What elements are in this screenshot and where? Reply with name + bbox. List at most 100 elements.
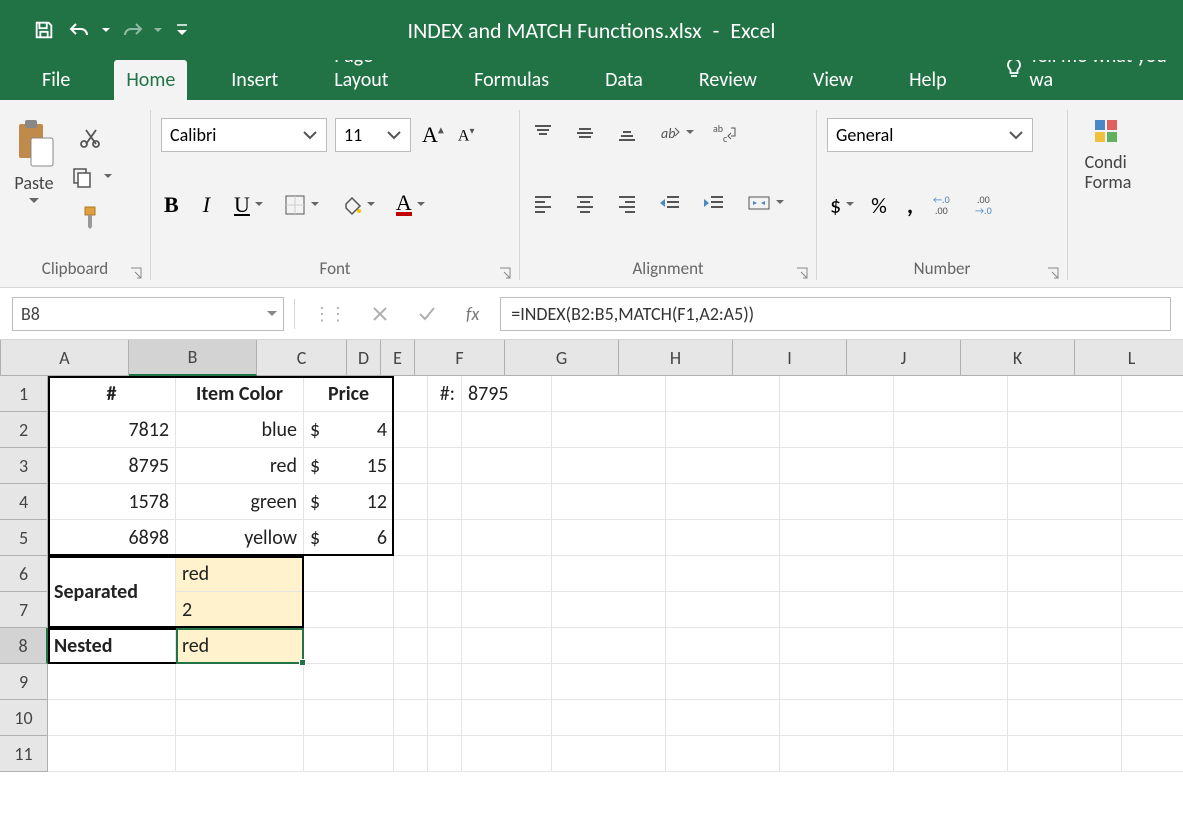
cell-G7[interactable] xyxy=(552,592,666,628)
cell-C6[interactable] xyxy=(304,556,394,592)
cell-J3[interactable] xyxy=(894,448,1008,484)
select-all-button[interactable] xyxy=(0,340,1,376)
increase-font-button[interactable]: A▴ xyxy=(419,120,447,150)
cell-J9[interactable] xyxy=(894,664,1008,700)
cell-A9[interactable] xyxy=(48,664,176,700)
orientation-button[interactable]: ab xyxy=(656,118,684,148)
cell-B5[interactable]: yellow xyxy=(176,520,304,556)
cell-D11[interactable] xyxy=(394,736,428,772)
cell-A1[interactable]: # xyxy=(48,376,176,412)
cell-A10[interactable] xyxy=(48,700,176,736)
cell-I6[interactable] xyxy=(780,556,894,592)
row-header-9[interactable]: 9 xyxy=(0,664,48,700)
cell-G2[interactable] xyxy=(552,412,666,448)
cell-H9[interactable] xyxy=(666,664,780,700)
cancel-formula-button[interactable] xyxy=(369,299,391,329)
cell-E10[interactable] xyxy=(428,700,462,736)
cell-I7[interactable] xyxy=(780,592,894,628)
cell-J5[interactable] xyxy=(894,520,1008,556)
cell-G6[interactable] xyxy=(552,556,666,592)
cell-L4[interactable] xyxy=(1122,484,1183,520)
cell-F11[interactable] xyxy=(462,736,552,772)
tab-help[interactable]: Help xyxy=(897,60,959,100)
cell-B10[interactable] xyxy=(176,700,304,736)
cell-C2[interactable]: $4 xyxy=(304,412,394,448)
cell-L5[interactable] xyxy=(1122,520,1183,556)
number-dialog-launcher[interactable] xyxy=(1047,267,1061,281)
cell-H11[interactable] xyxy=(666,736,780,772)
cell-B4[interactable]: green xyxy=(176,484,304,520)
cell-I8[interactable] xyxy=(780,628,894,664)
percent-format-button[interactable]: % xyxy=(868,190,890,220)
cell-A4[interactable]: 1578 xyxy=(48,484,176,520)
decrease-font-button[interactable]: A▾ xyxy=(455,120,478,150)
cell-F5[interactable] xyxy=(462,520,552,556)
cell-H10[interactable] xyxy=(666,700,780,736)
increase-indent-button[interactable] xyxy=(700,188,728,218)
cell-I9[interactable] xyxy=(780,664,894,700)
column-header-E[interactable]: E xyxy=(381,340,415,376)
qat-save-button[interactable] xyxy=(28,14,60,46)
cell-L10[interactable] xyxy=(1122,700,1183,736)
cell-A11[interactable] xyxy=(48,736,176,772)
cell-F10[interactable] xyxy=(462,700,552,736)
column-header-F[interactable]: F xyxy=(415,340,505,376)
increase-decimal-button[interactable]: ←.0.00 xyxy=(930,190,958,220)
comma-format-button[interactable]: , xyxy=(904,190,916,220)
formula-bar-input[interactable]: =INDEX(B2:B5,MATCH(F1,A2:A5)) xyxy=(500,297,1171,331)
cell-D5[interactable] xyxy=(394,520,428,556)
cell-D8[interactable] xyxy=(394,628,428,664)
merge-dropdown-icon[interactable] xyxy=(776,200,784,206)
cell-J10[interactable] xyxy=(894,700,1008,736)
tab-file[interactable]: File xyxy=(30,60,82,100)
cell-F2[interactable] xyxy=(462,412,552,448)
cell-D1[interactable] xyxy=(394,376,428,412)
cell-K2[interactable] xyxy=(1008,412,1122,448)
cell-D10[interactable] xyxy=(394,700,428,736)
paste-dropdown-icon[interactable] xyxy=(29,198,39,204)
cell-E6[interactable] xyxy=(428,556,462,592)
cell-K1[interactable] xyxy=(1008,376,1122,412)
cell-L1[interactable] xyxy=(1122,376,1183,412)
align-middle-button[interactable] xyxy=(572,118,598,148)
cell-E9[interactable] xyxy=(428,664,462,700)
align-left-button[interactable] xyxy=(530,188,556,218)
cell-B6[interactable]: red xyxy=(176,556,304,592)
enter-formula-button[interactable] xyxy=(415,299,439,329)
cell-F6[interactable] xyxy=(462,556,552,592)
cell-C3[interactable]: $15 xyxy=(304,448,394,484)
cell-G4[interactable] xyxy=(552,484,666,520)
row-header-4[interactable]: 4 xyxy=(0,484,48,520)
align-bottom-button[interactable] xyxy=(614,118,640,148)
font-color-dropdown-icon[interactable] xyxy=(417,202,425,208)
cell-L7[interactable] xyxy=(1122,592,1183,628)
cell-A8[interactable]: Nested xyxy=(48,628,176,664)
cell-H4[interactable] xyxy=(666,484,780,520)
copy-button[interactable] xyxy=(68,162,96,192)
cell-H1[interactable] xyxy=(666,376,780,412)
column-header-J[interactable]: J xyxy=(847,340,961,376)
wrap-text-button[interactable]: abc xyxy=(710,118,742,148)
align-top-button[interactable] xyxy=(530,118,556,148)
cell-C5[interactable]: $6 xyxy=(304,520,394,556)
cell-G8[interactable] xyxy=(552,628,666,664)
borders-button[interactable] xyxy=(281,190,309,220)
cell-C8[interactable] xyxy=(304,628,394,664)
cell-E8[interactable] xyxy=(428,628,462,664)
cell-L11[interactable] xyxy=(1122,736,1183,772)
cell-K4[interactable] xyxy=(1008,484,1122,520)
font-name-select[interactable]: Calibri xyxy=(161,118,327,152)
cell-B2[interactable]: blue xyxy=(176,412,304,448)
column-header-B[interactable]: B xyxy=(129,340,257,376)
row-header-11[interactable]: 11 xyxy=(0,736,48,772)
font-color-button[interactable]: A xyxy=(393,190,415,220)
paste-button[interactable] xyxy=(10,118,58,168)
cell-B7[interactable]: 2 xyxy=(176,592,304,628)
cell-G10[interactable] xyxy=(552,700,666,736)
cell-D2[interactable] xyxy=(394,412,428,448)
cell-H8[interactable] xyxy=(666,628,780,664)
number-format-select[interactable]: General xyxy=(827,118,1033,152)
cell-K6[interactable] xyxy=(1008,556,1122,592)
cell-G5[interactable] xyxy=(552,520,666,556)
row-header-5[interactable]: 5 xyxy=(0,520,48,556)
